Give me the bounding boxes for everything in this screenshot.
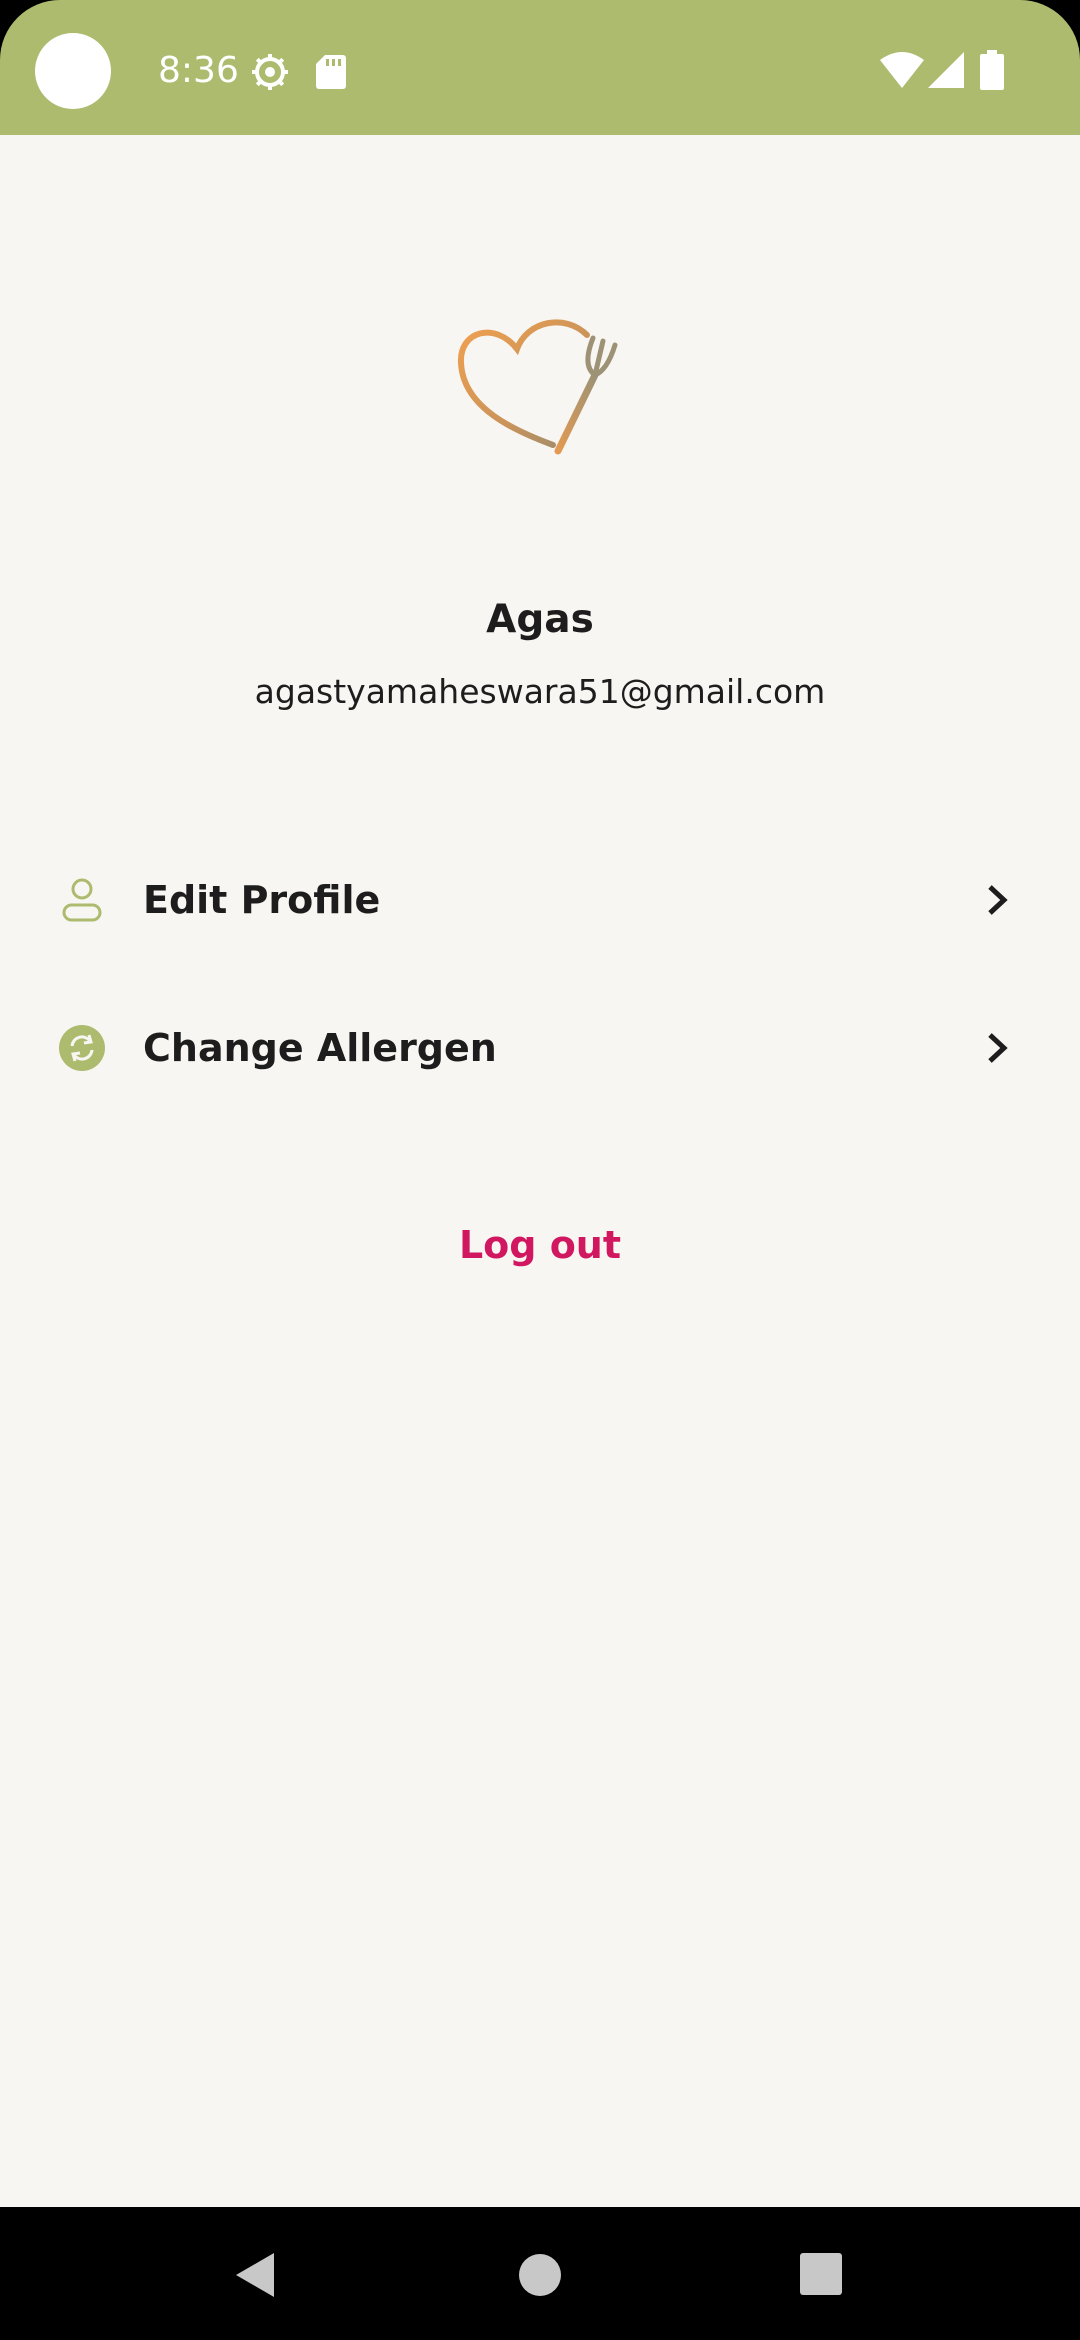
- home-icon[interactable]: [518, 2253, 562, 2297]
- chevron-right-icon: [988, 885, 1008, 915]
- sd-card-icon: [316, 55, 346, 89]
- phone-screen: 8:36 Agas agastyamaheswara51@gmail.com E…: [0, 0, 1080, 2340]
- chevron-right-icon: [988, 1033, 1008, 1063]
- status-bar: 8:36: [0, 0, 1080, 135]
- battery-icon: [980, 50, 1004, 90]
- recents-icon[interactable]: [800, 2253, 842, 2295]
- navigation-bar: [0, 2207, 1080, 2340]
- user-email: agastyamaheswara51@gmail.com: [254, 672, 826, 711]
- edit-profile-label: Edit Profile: [143, 878, 381, 922]
- logout-button[interactable]: Log out: [390, 1215, 690, 1275]
- settings-gear-icon: [252, 54, 288, 90]
- edit-profile-button[interactable]: Edit Profile: [0, 840, 1080, 960]
- profile-screen: Agas agastyamaheswara51@gmail.com Edit P…: [0, 135, 1080, 2207]
- status-time: 8:36: [158, 50, 239, 91]
- wifi-icon: [880, 52, 924, 88]
- user-name: Agas: [486, 597, 594, 642]
- cellular-signal-icon: [928, 52, 964, 88]
- back-icon[interactable]: [234, 2251, 276, 2299]
- camera-cutout: [35, 33, 111, 109]
- person-icon: [62, 878, 102, 922]
- change-allergen-label: Change Allergen: [143, 1026, 497, 1070]
- change-allergen-button[interactable]: Change Allergen: [0, 988, 1080, 1108]
- heart-fork-logo: [457, 319, 618, 455]
- sync-icon: [59, 1025, 105, 1071]
